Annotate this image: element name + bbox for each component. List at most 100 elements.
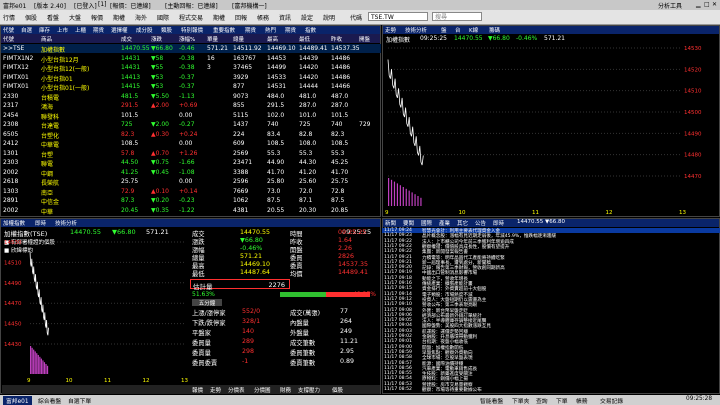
table-row[interactable]: 6505 台塑化 82.3 ▲0.30 +0.24 224 83.4 82.8 82.3	[1, 130, 381, 140]
col-low[interactable]: 最低	[299, 35, 310, 43]
tab-code[interactable]: 代號	[3, 26, 14, 34]
table-row[interactable]: 2002 中華 20.45 ▼0.35 -1.22 4381 20.55 20.30 20.85	[1, 206, 381, 216]
toolbar-item[interactable]: 設定	[301, 13, 313, 22]
table-row[interactable]: 2308 台達電 725 ▼2.00 -0.27 1437 740 725 740 729	[1, 120, 381, 130]
toolbar-item[interactable]: 行情	[3, 13, 15, 22]
tab-sectors[interactable]: 類股	[161, 26, 172, 34]
tab-kline[interactable]: K線	[469, 26, 478, 34]
tab-otc[interactable]: 上櫃	[75, 26, 86, 34]
table-row[interactable]: FIMTX01 小型台指01 14413 ▼53 -0.37 3929 14533 14420…	[1, 73, 381, 83]
tab-finance[interactable]: 財務	[280, 386, 291, 394]
table-row[interactable]: 2303 聯電 44.50 ▼0.75 -1.66 23471 44.90 44.30 45.2…	[1, 158, 381, 168]
toolbar-item[interactable]: 海外	[135, 13, 147, 22]
search-input[interactable]: 搜尋	[432, 12, 482, 21]
table-row[interactable]: 2412 中華電 108.5 0.00 609 108.5 108.0 108.5	[1, 139, 381, 149]
table-row[interactable]: 2454 聯發科 101.5 0.00 5115 102.0 101.0 101.5	[1, 111, 381, 121]
tab-other[interactable]: 其它	[457, 219, 468, 227]
table-row[interactable]: 2317 鴻海 291.5 ▲2.00 +0.69 855 291.5 287.0 287.0	[1, 101, 381, 111]
analysis-tools-menu[interactable]: 分析工具	[658, 1, 682, 10]
tab-futures[interactable]: 期貨	[93, 26, 104, 34]
toolbar-item[interactable]: 程式交易	[179, 13, 203, 22]
minimize-icon[interactable]: ▁	[696, 1, 701, 8]
tab-watchlist[interactable]: 自選	[21, 26, 32, 34]
toolbar-item[interactable]: 帳務	[257, 13, 269, 22]
toolbar-item[interactable]: 期權	[113, 13, 125, 22]
col-prev[interactable]: 昨收	[331, 35, 342, 43]
col-tick-vol[interactable]: 單量	[207, 35, 218, 43]
table-row[interactable]: 2618 長榮航 25.75 0.00 2596 25.80 25.60 25.75	[1, 177, 381, 187]
tab-taiex[interactable]: 加權指數	[3, 219, 25, 227]
tab-headlines[interactable]: 要聞	[403, 219, 414, 227]
status-tab-overview[interactable]: 綜合看盤	[38, 396, 61, 405]
close-icon[interactable]: ✕	[712, 1, 717, 8]
table-row[interactable]: 1303 南亞 72.9 ▲0.10 +0.14 7669 73.0 72.0 72.8	[1, 187, 381, 197]
toolbar-item[interactable]: 國際	[157, 13, 169, 22]
tab-tw[interactable]: 台	[455, 26, 461, 34]
five-minute-label[interactable]: 五分鐘	[192, 299, 222, 307]
tab-price-chart[interactable]: 分價圖	[254, 386, 271, 394]
tab-special[interactable]: 特別報價	[181, 26, 203, 34]
toolbar-item[interactable]: 資訊	[279, 13, 291, 22]
toolbar-item[interactable]: 報價	[91, 13, 103, 22]
tab-chips[interactable]: 籌碼	[489, 26, 500, 34]
col-price[interactable]: 成交	[121, 35, 132, 43]
tab-price-table[interactable]: 分價表	[228, 386, 245, 394]
tab-futures-3[interactable]: 期貨	[285, 26, 296, 34]
table-row[interactable]: FIMTX01 小型台指01(一般) 14415 ▼53 -0.37 877 14531 14…	[1, 82, 381, 92]
code-input[interactable]: TSE.TW	[368, 12, 428, 21]
cell-prev: 72.8	[331, 187, 345, 195]
tab-components[interactable]: 成分股	[136, 26, 153, 34]
news-item[interactable]: 11/17 08:52 觀察：市場等待重要數據公布	[382, 387, 720, 393]
col-high[interactable]: 最高	[267, 35, 278, 43]
toolbar-item[interactable]: 大盤	[69, 13, 81, 22]
table-row[interactable]: 2330 台積電 481.5 ▼5.50 -1.13 9073 484.0 481.0 487.…	[1, 92, 381, 102]
status-account[interactable]: 帳務	[576, 396, 588, 405]
tab-index[interactable]: 指數	[305, 26, 316, 34]
col-name[interactable]: 商品	[41, 35, 52, 43]
col-open[interactable]: 開盤	[359, 35, 370, 43]
toolbar-item[interactable]: 說明	[323, 13, 335, 22]
status-order[interactable]: 下單	[556, 396, 568, 405]
tab-listed[interactable]: 上市	[57, 26, 68, 34]
status-tab-order[interactable]: 自選下單	[68, 396, 91, 405]
maximize-icon[interactable]: □	[704, 1, 710, 8]
table-row[interactable]: FIMTX1N2 小型台指12月 14431 ▼58 -0.38 16 163767 1445…	[1, 54, 381, 64]
tab-hot[interactable]: 熱門	[265, 26, 276, 34]
tab-international[interactable]: 國際	[421, 219, 432, 227]
status-order-folder[interactable]: 下單夾	[512, 396, 529, 405]
tab-trend-2[interactable]: 走勢	[210, 386, 221, 394]
status-smart-view[interactable]: 智能看盤	[480, 396, 503, 405]
toolbar-item[interactable]: 看盤	[47, 13, 59, 22]
toolbar-item[interactable]: 個股	[25, 13, 37, 22]
table-row[interactable]: 2002 中鋼 41.25 ▼0.45 -1.08 3388 41.70 41.20 41.70	[1, 168, 381, 178]
status-tab-app[interactable]: 富邦e01	[3, 396, 32, 405]
tab-technical[interactable]: 技術分析	[405, 26, 427, 34]
tab-quote[interactable]: 報價	[192, 386, 203, 394]
tab-inventory[interactable]: 庫存	[39, 26, 50, 34]
tab-industry[interactable]: 產業	[439, 219, 450, 227]
col-pct[interactable]: 漲幅%	[179, 35, 195, 43]
table-row[interactable]: >>TSE 加權指數 14470.55 ▼66.80 -0.46 571.21 14511.…	[1, 44, 381, 54]
col-code[interactable]: 代號	[3, 35, 14, 43]
tab-futures-2[interactable]: 期貨	[245, 26, 256, 34]
status-trade-log[interactable]: 交易記錄	[600, 396, 623, 405]
tab-support[interactable]: 支撐壓力	[298, 386, 320, 394]
col-total[interactable]: 總量	[233, 35, 244, 43]
tab-board[interactable]: 盤	[441, 26, 447, 34]
tab-options[interactable]: 選擇權	[111, 26, 128, 34]
tab-stock[interactable]: 個股	[332, 386, 343, 394]
status-query[interactable]: 查詢	[536, 396, 548, 405]
tab-tech-analysis[interactable]: 技術分析	[55, 219, 77, 227]
col-change[interactable]: 漲跌	[151, 35, 162, 43]
tab-indices[interactable]: 重要指數	[213, 26, 235, 34]
toolbar-item[interactable]: 期權	[213, 13, 225, 22]
tab-news[interactable]: 新聞	[385, 219, 396, 227]
tab-realtime[interactable]: 即時	[35, 219, 46, 227]
tab-trend[interactable]: 走勢	[385, 26, 396, 34]
tab-announce[interactable]: 公告	[475, 219, 486, 227]
tab-instant[interactable]: 即時	[493, 219, 504, 227]
table-row[interactable]: FIMTX12 小型台指12(一般) 14431 ▼55 -0.38 3 37465 1449…	[1, 63, 381, 73]
table-row[interactable]: 2891 中信金 87.3 ▼0.20 -0.23 1062 87.5 87.1 87.5	[1, 196, 381, 206]
toolbar-item[interactable]: 回報	[235, 13, 247, 22]
table-row[interactable]: 1301 台塑 57.8 ▲0.70 +1.26 2569 55.3 55.3 55.3	[1, 149, 381, 159]
